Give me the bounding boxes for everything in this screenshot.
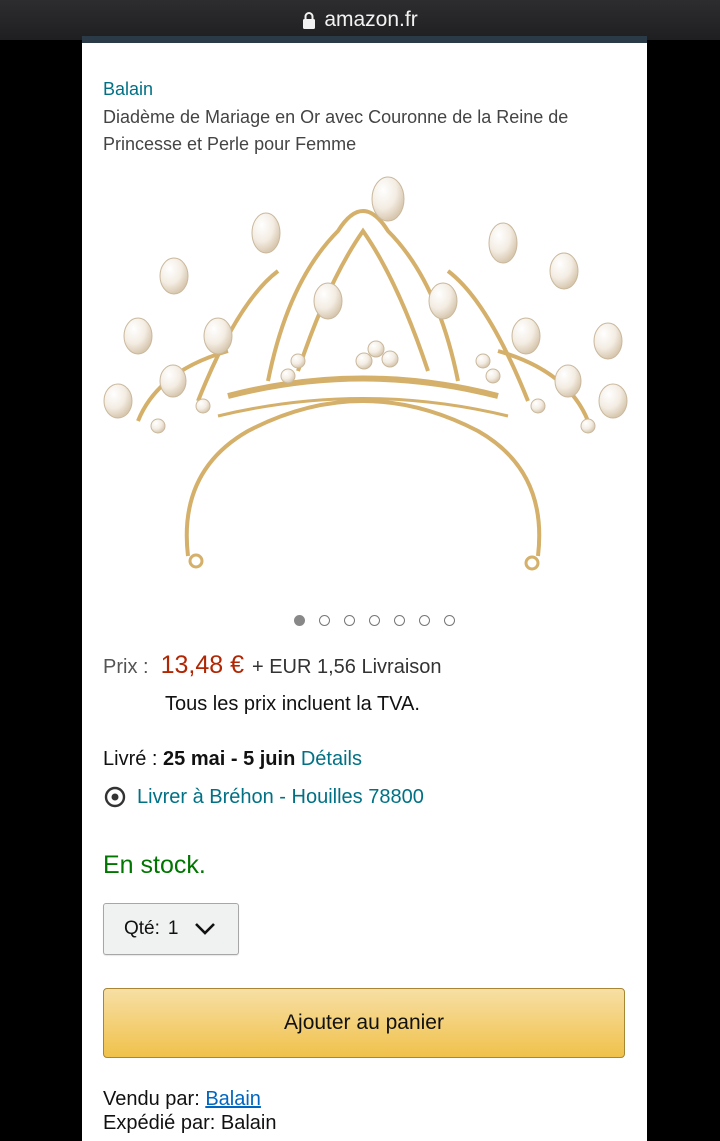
product-title: Diadème de Mariage en Or avec Couronne d…	[103, 107, 569, 154]
stock-status: En stock.	[103, 851, 206, 879]
price-row: Prix : 13,48 € + EUR 1,56 Livraison	[103, 651, 442, 680]
chevron-down-icon	[194, 922, 216, 936]
carousel-dot[interactable]	[319, 615, 330, 626]
price-label: Prix :	[103, 656, 149, 678]
shipping-cost: + EUR 1,56 Livraison	[251, 656, 442, 678]
price-value: 13,48 €	[160, 651, 244, 679]
brand-link[interactable]: Balain	[103, 79, 153, 100]
location-pin-icon	[103, 785, 127, 809]
product-card: Balain Diadème de Mariage en Or avec Cou…	[82, 36, 647, 1141]
image-carousel-dots[interactable]	[82, 615, 647, 626]
delivery-location-text: Livrer à Bréhon - Houilles 78800	[137, 785, 424, 808]
carousel-dot[interactable]	[419, 615, 430, 626]
shipped-by-value: Balain	[220, 1112, 277, 1134]
delivery-label: Livré :	[103, 748, 164, 770]
carousel-dot[interactable]	[344, 615, 355, 626]
quantity-label: Qté:	[124, 918, 160, 939]
shipped-by-label: Expédié par:	[103, 1112, 216, 1134]
seller-info: Vendu par: Balain Expédié par: Balain	[103, 1087, 276, 1135]
delivery-info: Livré : 25 mai - 5 juin Détails	[103, 748, 362, 771]
add-to-cart-button[interactable]: Ajouter au panier	[103, 988, 625, 1058]
carousel-dot[interactable]	[394, 615, 405, 626]
product-image-tiara[interactable]	[98, 171, 628, 581]
delivery-dates: 25 mai - 5 juin	[163, 748, 296, 770]
carousel-dot-active[interactable]	[294, 615, 305, 626]
quantity-value: 1	[167, 918, 179, 939]
carousel-dot[interactable]	[369, 615, 380, 626]
url-text: amazon.fr	[324, 8, 418, 31]
carousel-dot[interactable]	[444, 615, 455, 626]
browser-url-bar[interactable]: amazon.fr	[0, 0, 720, 40]
seller-link[interactable]: Balain	[205, 1088, 261, 1110]
delivery-details-link[interactable]: Détails	[301, 748, 362, 770]
quantity-select[interactable]: Qté: 1	[103, 903, 239, 955]
lock-icon	[302, 11, 316, 29]
tax-note: Tous les prix incluent la TVA.	[165, 693, 420, 715]
delivery-location-link[interactable]: Livrer à Bréhon - Houilles 78800	[103, 785, 424, 809]
sold-by-label: Vendu par:	[103, 1088, 200, 1110]
